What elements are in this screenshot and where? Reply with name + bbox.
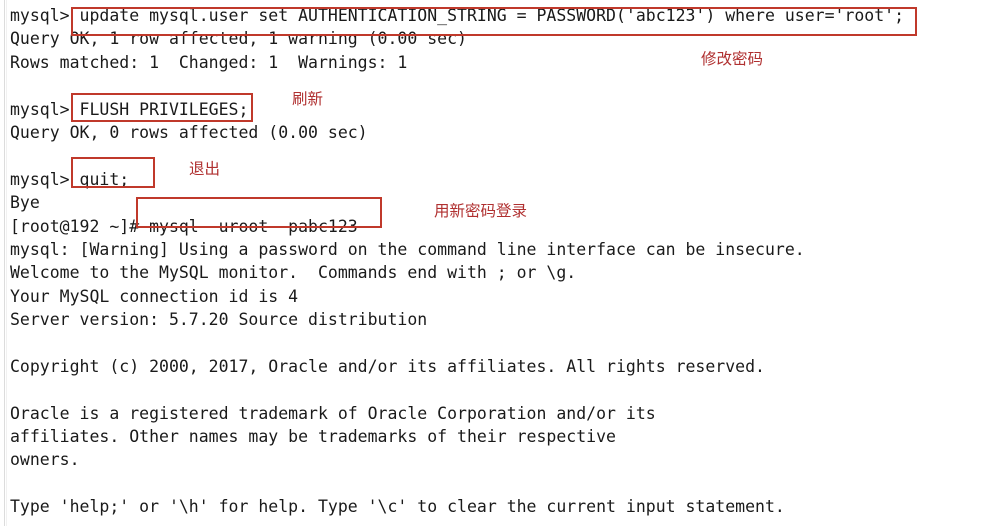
terminal-output[interactable]: mysql> update mysql.user set AUTHENTICAT…	[10, 4, 996, 526]
terminal-line: affiliates. Other names may be trademark…	[10, 427, 616, 447]
window-left-border	[4, 0, 5, 526]
terminal-line: Your MySQL connection id is 4	[10, 286, 299, 306]
terminal-line: Copyright (c) 2000, 2017, Oracle and/or …	[10, 356, 765, 376]
terminal-line: Query OK, 0 rows affected (0.00 sec)	[10, 122, 368, 142]
window-left-border-inner	[6, 0, 7, 526]
terminal-line: Query OK, 1 row affected, 1 warning (0.0…	[10, 29, 467, 49]
annotation-label-quit: 退出	[189, 160, 221, 178]
terminal-line: Server version: 5.7.20 Source distributi…	[10, 310, 428, 330]
terminal-line: Welcome to the MySQL monitor. Commands e…	[10, 263, 577, 283]
terminal-line: mysql: [Warning] Using a password on the…	[10, 239, 805, 259]
terminal-line: mysql> quit;	[10, 169, 130, 189]
terminal-line: Rows matched: 1 Changed: 1 Warnings: 1	[10, 52, 408, 72]
terminal-line: owners.	[10, 450, 80, 470]
terminal-line: Oracle is a registered trademark of Orac…	[10, 403, 656, 423]
annotation-label-refresh: 刷新	[292, 90, 324, 108]
terminal-line: Type 'help;' or '\h' for help. Type '\c'…	[10, 497, 785, 517]
annotation-label-change-password: 修改密码	[701, 50, 764, 68]
terminal-window[interactable]: mysql> update mysql.user set AUTHENTICAT…	[0, 0, 1000, 526]
terminal-line: mysql> FLUSH PRIVILEGES;	[10, 99, 249, 119]
annotation-label-login-with-new-password: 用新密码登录	[434, 202, 528, 220]
terminal-line: mysql> update mysql.user set AUTHENTICAT…	[10, 6, 905, 25]
